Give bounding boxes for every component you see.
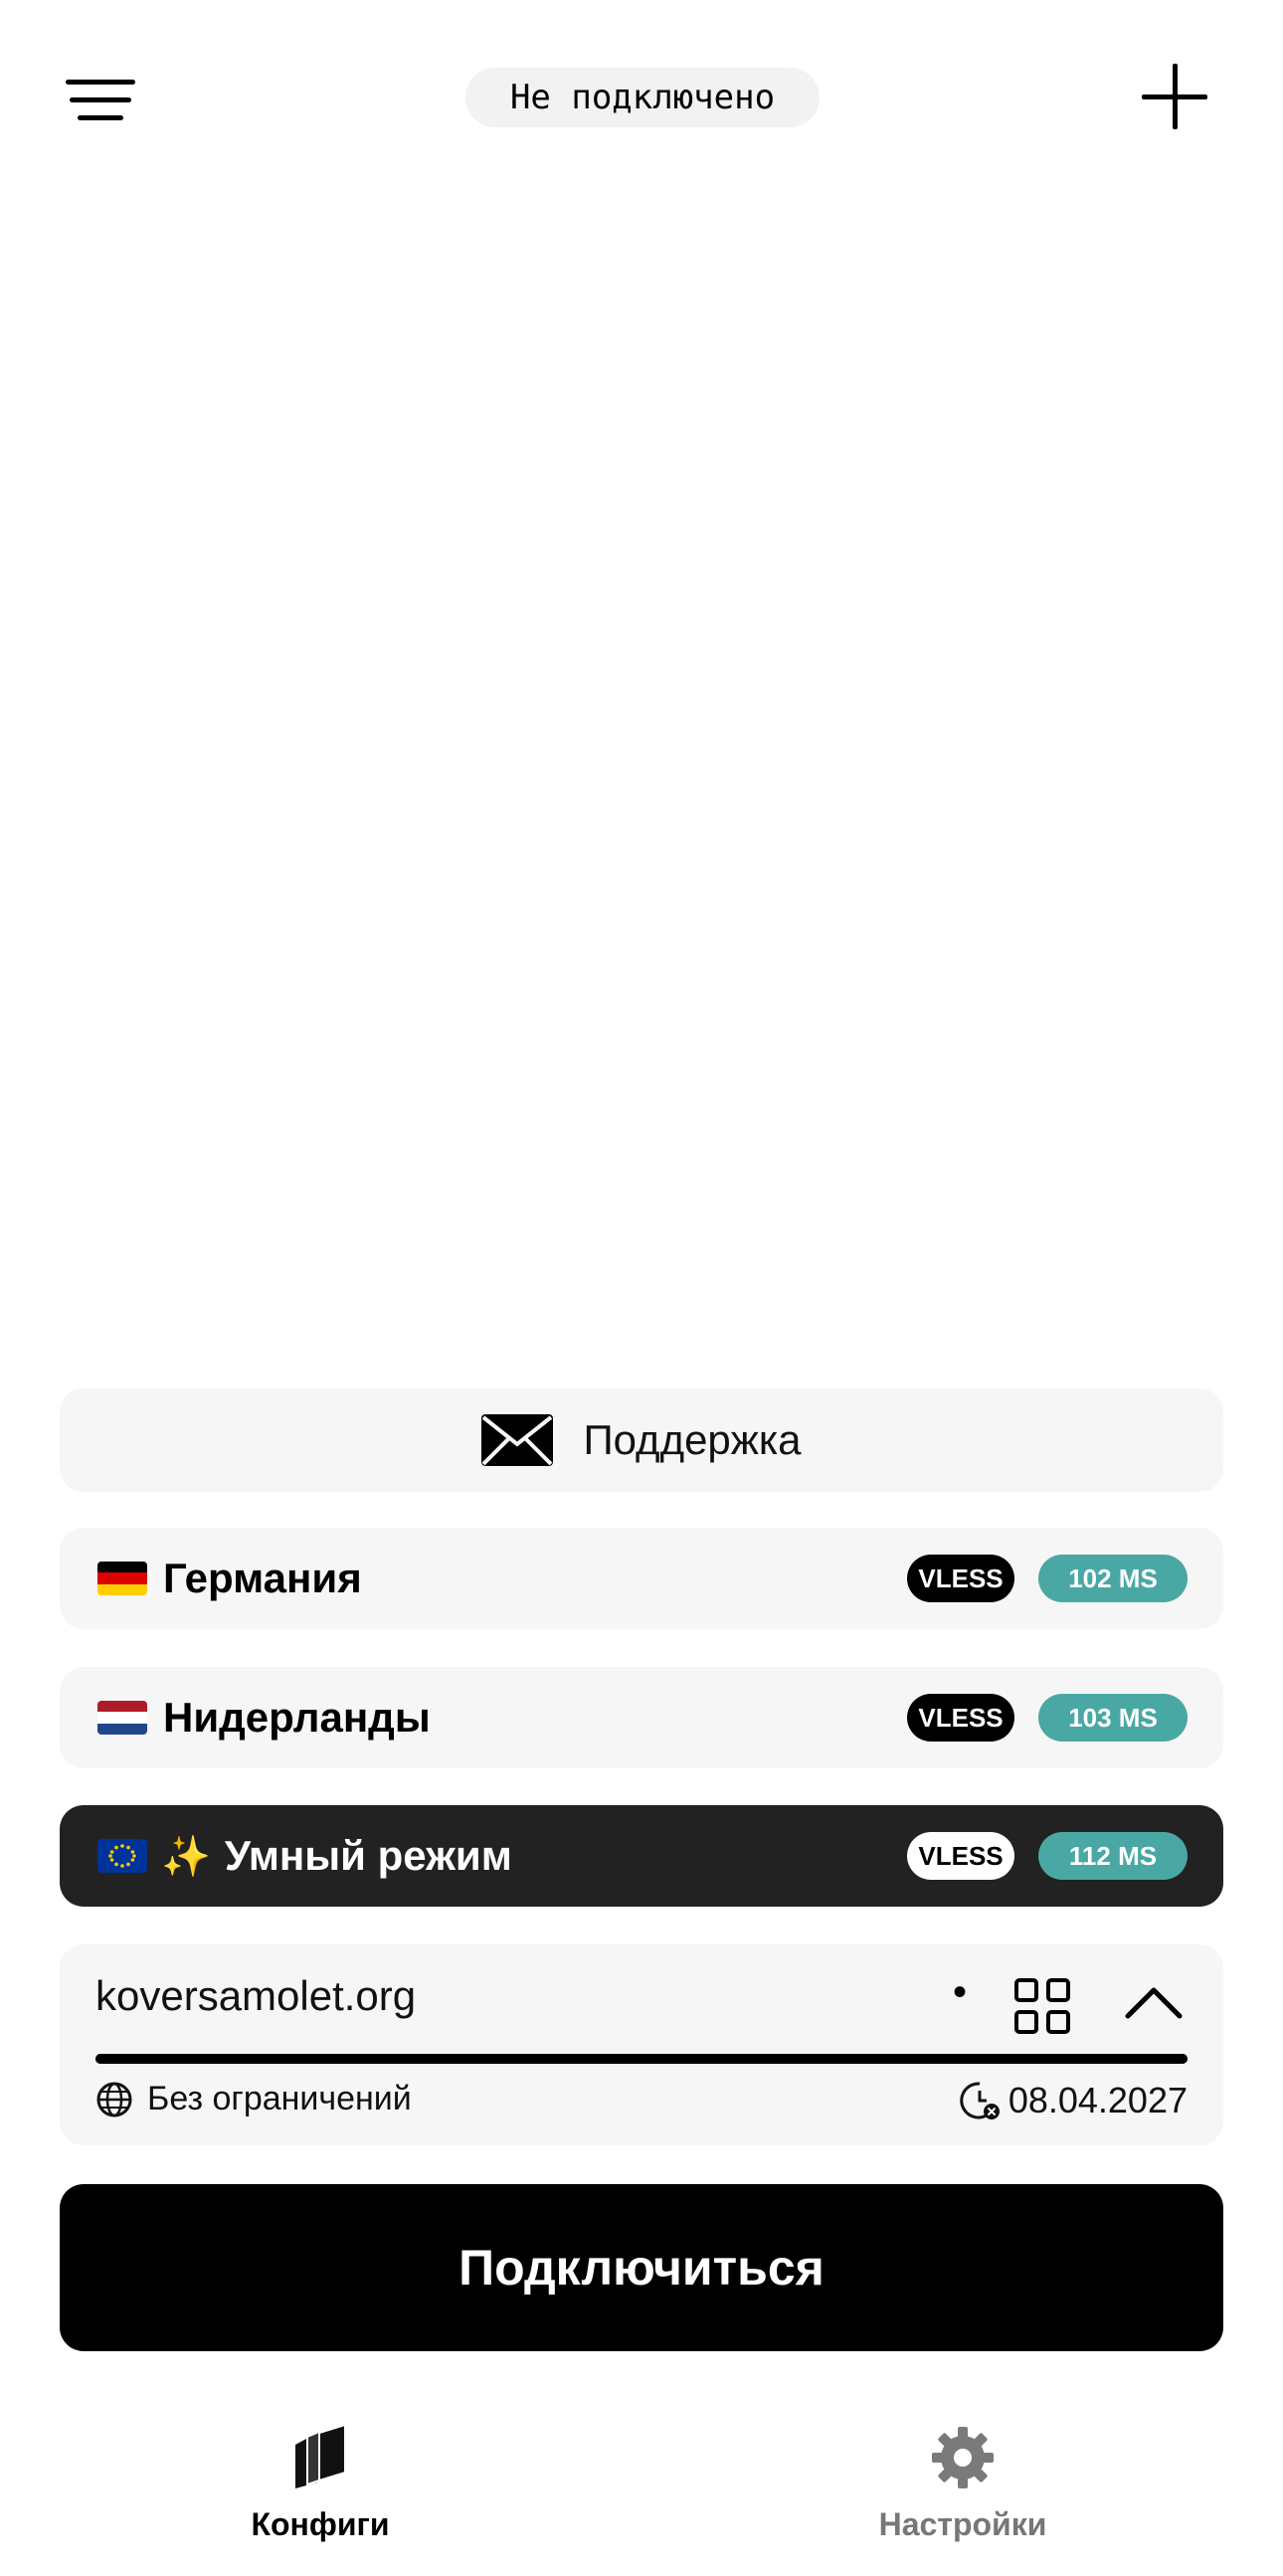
traffic-progress-bar bbox=[95, 2054, 1188, 2064]
tab-settings-label: Настройки bbox=[878, 2506, 1047, 2542]
protocol-badge: VLESS bbox=[907, 1832, 1014, 1880]
gear-icon bbox=[932, 2427, 994, 2488]
connection-status-badge: Не подключено bbox=[465, 68, 820, 127]
germany-flag-icon bbox=[97, 1562, 147, 1595]
tab-settings[interactable]: Настройки bbox=[814, 2423, 1112, 2543]
ping-badge: 102 MS bbox=[1038, 1555, 1188, 1602]
support-label: Поддержка bbox=[583, 1416, 802, 1463]
server-name: Нидерланды bbox=[163, 1694, 431, 1741]
traffic-progress-fill bbox=[95, 2054, 1188, 2064]
hamburger-line bbox=[70, 97, 131, 102]
protocol-badge: VLESS bbox=[907, 1555, 1014, 1602]
server-item-netherlands[interactable]: Нидерланды VLESS 103 MS bbox=[60, 1667, 1223, 1768]
grid-icon bbox=[1014, 1978, 1038, 2002]
protocol-badge: VLESS bbox=[907, 1694, 1014, 1742]
ping-badge: 103 MS bbox=[1038, 1694, 1188, 1742]
subscription-card: koversamolet.org • Без ограничений 08.04… bbox=[60, 1944, 1223, 2145]
eu-flag-icon bbox=[97, 1839, 147, 1873]
connect-button[interactable]: Подключиться bbox=[60, 2184, 1223, 2351]
globe-icon bbox=[96, 2082, 132, 2116]
hamburger-line bbox=[78, 115, 123, 120]
layers-icon bbox=[295, 2423, 346, 2488]
status-dot: • bbox=[953, 1970, 968, 2014]
grid-icon bbox=[1046, 1978, 1070, 2002]
qr-code-button[interactable] bbox=[1014, 1978, 1072, 2036]
traffic-limit-label: Без ограничений bbox=[147, 2080, 412, 2117]
expiry-date: 08.04.2027 bbox=[1008, 2080, 1188, 2120]
server-name: Умный режим bbox=[224, 1832, 512, 1879]
tab-configs[interactable]: Конфиги bbox=[171, 2423, 469, 2543]
server-name: Германия bbox=[163, 1555, 362, 1601]
grid-icon bbox=[1046, 2010, 1070, 2034]
subscription-expiry: 08.04.2027 bbox=[959, 2080, 1188, 2121]
netherlands-flag-icon bbox=[97, 1701, 147, 1735]
server-item-smart-mode[interactable]: ✨ Умный режим VLESS 112 MS bbox=[60, 1805, 1223, 1907]
subscription-domain: koversamolet.org bbox=[95, 1972, 417, 2019]
clock-expired-icon bbox=[960, 2082, 1000, 2119]
hamburger-line bbox=[66, 80, 135, 85]
grid-icon bbox=[1014, 2010, 1038, 2034]
traffic-limit: Без ограничений bbox=[95, 2080, 412, 2118]
tab-configs-label: Конфиги bbox=[251, 2506, 390, 2542]
add-config-button[interactable] bbox=[1142, 64, 1207, 129]
plus-icon bbox=[1142, 94, 1207, 99]
chevron-up-icon[interactable] bbox=[1124, 1982, 1184, 2022]
ping-badge: 112 MS bbox=[1038, 1832, 1188, 1880]
support-button[interactable]: Поддержка bbox=[60, 1388, 1223, 1492]
envelope-icon bbox=[481, 1414, 554, 1466]
menu-button[interactable] bbox=[66, 68, 143, 125]
sparkles-icon: ✨ bbox=[161, 1834, 211, 1879]
server-item-germany[interactable]: Германия VLESS 102 MS bbox=[60, 1528, 1223, 1629]
